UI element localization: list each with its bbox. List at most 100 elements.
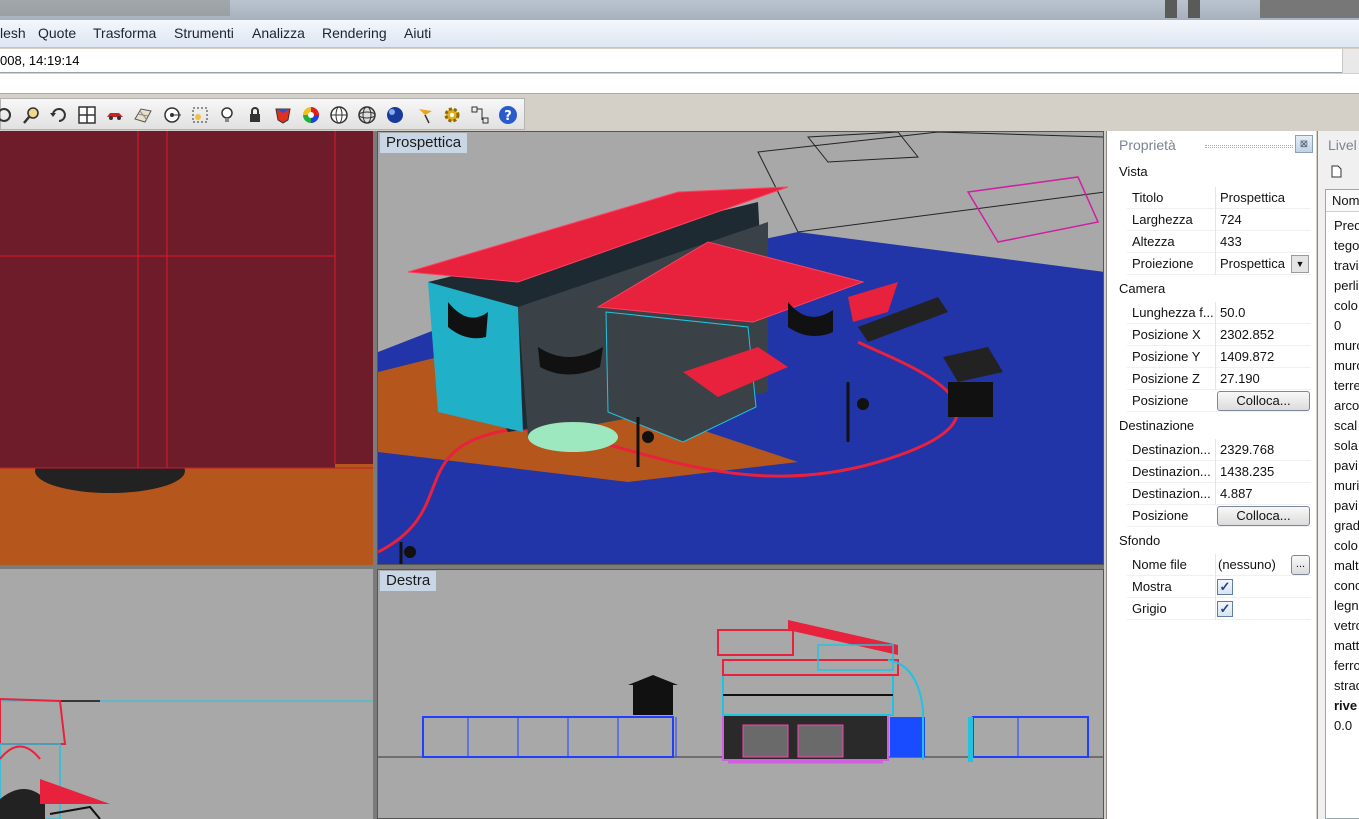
layer-item[interactable]: muro xyxy=(1334,358,1359,373)
row-camera-posizione: Posizione Colloca... xyxy=(1127,390,1311,412)
layers-panel: Livel Nom Pred tego travi perli colo 0 muro mur… xyxy=(1317,131,1359,819)
layer-item[interactable]: ferro xyxy=(1334,658,1359,673)
help-icon[interactable]: ? xyxy=(497,104,519,126)
window-titlebar xyxy=(0,0,1359,20)
posx-value[interactable]: 2302.852 xyxy=(1220,327,1274,342)
altezza-value[interactable]: 433 xyxy=(1220,234,1242,249)
properties-close-button[interactable]: ⊠ xyxy=(1295,135,1313,153)
standard-toolbar: ? xyxy=(0,98,525,130)
browse-file-button[interactable]: ... xyxy=(1291,555,1310,575)
properties-drag-handle[interactable] xyxy=(1205,145,1293,148)
lock-icon[interactable] xyxy=(244,104,266,126)
layer-item[interactable]: matt xyxy=(1334,638,1359,653)
row-destinazione-posizione: Posizione Colloca... xyxy=(1127,505,1311,527)
viewport-right-label[interactable]: Destra xyxy=(380,571,437,591)
render-sphere-icon[interactable] xyxy=(384,104,406,126)
zoom-icon[interactable] xyxy=(21,104,43,126)
layer-item[interactable]: terre xyxy=(1334,378,1359,393)
sphere-grid-icon[interactable] xyxy=(356,104,378,126)
sphere-wire-icon[interactable] xyxy=(328,104,350,126)
layer-item[interactable]: 0.0 xyxy=(1334,718,1352,733)
layer-item[interactable]: arco xyxy=(1334,398,1359,413)
layer-item[interactable]: muri xyxy=(1334,478,1359,493)
destinazione-colloca-button[interactable]: Colloca... xyxy=(1217,506,1310,526)
menu-rendering[interactable]: Rendering xyxy=(322,25,387,41)
layer-item[interactable]: malt xyxy=(1334,558,1359,573)
layer-item[interactable]: colo xyxy=(1334,538,1358,553)
menu-aiuti[interactable]: Aiuti xyxy=(404,25,431,41)
viewport-bottom-left[interactable] xyxy=(0,569,373,819)
menu-bar: lesh Quote Trasforma Strumenti Analizza … xyxy=(0,20,1359,48)
viewport-right[interactable]: Destra xyxy=(377,569,1104,819)
command-input[interactable] xyxy=(0,74,1359,94)
layer-item[interactable]: Pred xyxy=(1334,218,1359,233)
layer-item[interactable]: tego xyxy=(1334,238,1359,253)
menu-mesh[interactable]: lesh xyxy=(0,25,26,41)
gear-icon[interactable] xyxy=(441,104,463,126)
layer-item[interactable]: vetro xyxy=(1334,618,1359,633)
posy-value[interactable]: 1409.872 xyxy=(1220,349,1274,364)
row-destinazione-x: Destinazion... 2329.768 xyxy=(1127,439,1311,461)
zoom-extents-icon[interactable] xyxy=(189,104,211,126)
titolo-label: Titolo xyxy=(1132,190,1164,205)
nomefile-value[interactable]: (nessuno) xyxy=(1218,557,1276,572)
layer-item[interactable]: 0 xyxy=(1334,318,1341,333)
light-bulb-icon[interactable] xyxy=(216,104,238,126)
grid-icon[interactable] xyxy=(132,104,154,126)
menu-trasforma[interactable]: Trasforma xyxy=(93,25,156,41)
destz-label: Destinazion... xyxy=(1132,486,1211,501)
larghezza-value[interactable]: 724 xyxy=(1220,212,1242,227)
posz-value[interactable]: 27.190 xyxy=(1220,371,1260,386)
layer-item[interactable]: perli xyxy=(1334,278,1359,293)
layer-item[interactable]: strac xyxy=(1334,678,1359,693)
network-icon[interactable] xyxy=(469,104,491,126)
menu-quote[interactable]: Quote xyxy=(38,25,76,41)
desty-value[interactable]: 1438.235 xyxy=(1220,464,1274,479)
layer-item[interactable]: colo xyxy=(1334,298,1358,313)
proiezione-select[interactable]: Prospettica xyxy=(1220,256,1285,271)
viewport-perspective[interactable]: Prospettica xyxy=(377,131,1104,565)
layer-item[interactable]: pavi xyxy=(1334,458,1358,473)
layer-item[interactable]: sola xyxy=(1334,438,1358,453)
layer-item[interactable]: muro xyxy=(1334,338,1359,353)
grigio-checkbox[interactable]: ✓ xyxy=(1217,601,1233,617)
layer-item[interactable]: pavi xyxy=(1334,498,1358,513)
flag-icon[interactable] xyxy=(414,104,436,126)
car-icon[interactable] xyxy=(104,104,126,126)
layers-column-name[interactable]: Nom xyxy=(1326,190,1359,212)
chevron-down-icon[interactable]: ▼ xyxy=(1291,255,1309,273)
camera-colloca-button[interactable]: Colloca... xyxy=(1217,391,1310,411)
viewport-perspective-label[interactable]: Prospettica xyxy=(380,133,468,153)
viewport-top-left[interactable] xyxy=(0,131,373,565)
mostra-checkbox[interactable]: ✓ xyxy=(1217,579,1233,595)
destx-value[interactable]: 2329.768 xyxy=(1220,442,1274,457)
destz-value[interactable]: 4.887 xyxy=(1220,486,1253,501)
pan-icon[interactable] xyxy=(0,104,15,126)
layer-item[interactable]: legn xyxy=(1334,598,1359,613)
row-posizione-z: Posizione Z 27.190 xyxy=(1127,368,1311,390)
row-mostra: Mostra ✓ xyxy=(1127,576,1311,598)
layers-title: Livel xyxy=(1328,137,1357,153)
shade-icon[interactable] xyxy=(272,104,294,126)
desty-label: Destinazion... xyxy=(1132,464,1211,479)
four-viewports-icon[interactable] xyxy=(76,104,98,126)
lunghezza-value[interactable]: 50.0 xyxy=(1220,305,1245,320)
layer-item[interactable]: scal xyxy=(1334,418,1357,433)
command-history-scrollbar[interactable] xyxy=(1342,49,1359,73)
layer-item[interactable]: rive xyxy=(1334,698,1357,713)
menu-strumenti[interactable]: Strumenti xyxy=(174,25,234,41)
titlebar-handle xyxy=(1165,0,1177,18)
layer-item[interactable]: conc xyxy=(1334,578,1359,593)
target-icon[interactable] xyxy=(161,104,183,126)
titlebar-background-strip xyxy=(0,0,230,16)
new-layer-icon[interactable] xyxy=(1331,165,1342,178)
titolo-value[interactable]: Prospettica xyxy=(1220,190,1285,205)
titlebar-controls xyxy=(1260,0,1359,18)
layer-item[interactable]: grad xyxy=(1334,518,1359,533)
menu-analizza[interactable]: Analizza xyxy=(252,25,305,41)
rotate-view-icon[interactable] xyxy=(48,104,70,126)
color-wheel-icon[interactable] xyxy=(300,104,322,126)
layer-item[interactable]: travi xyxy=(1334,258,1359,273)
section-vista: Vista xyxy=(1119,164,1148,179)
row-posizione-y: Posizione Y 1409.872 xyxy=(1127,346,1311,368)
